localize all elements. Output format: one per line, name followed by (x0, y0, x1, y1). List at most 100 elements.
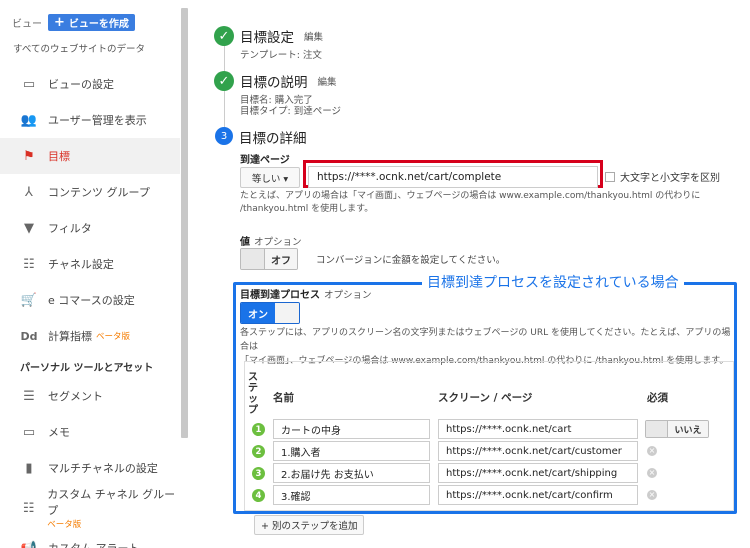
funnel-hint-line: 各ステップには、アプリのスクリーン名の文字列またはウェブページの URL を使用… (240, 328, 731, 352)
sidebar-item-label: チャネル設定 (48, 258, 114, 271)
sidebar-item-label: マルチチャネルの設定 (48, 462, 158, 475)
step-url-input[interactable]: https://****.ocnk.net/cart (438, 419, 638, 439)
beta-badge: ベータ版 (96, 332, 131, 342)
sidebar-item-label: ビューの設定 (48, 78, 114, 91)
plus-icon: + (54, 15, 65, 30)
remove-step-icon[interactable]: × (647, 490, 657, 500)
channel-icon: ☷ (23, 256, 35, 272)
goal-step-description: ✓ 目標の説明 編集 (214, 71, 337, 91)
view-label: ビュー (12, 19, 42, 30)
sidebar-section-title: パーソナル ツールとアセット (20, 362, 154, 374)
sidebar-item-calculated-metrics[interactable]: Dd 計算指標 ベータ版 (0, 318, 180, 354)
step-name-input[interactable]: カートの中身 (273, 419, 430, 439)
value-toggle[interactable]: オフ (240, 248, 298, 270)
step-name-input[interactable]: 1.購入者 (273, 441, 430, 461)
funnel-caption: 目標到達プロセスを設定されている場合 (422, 272, 684, 292)
sidebar-item-channel-settings[interactable]: ☷ チャネル設定 (0, 246, 180, 282)
column-header-required: 必須 (647, 392, 668, 404)
multichannel-icon: ▮ (25, 460, 33, 476)
step-url-input[interactable]: https://****.ocnk.net/cart/shipping (438, 463, 638, 483)
value-title: 値 (240, 237, 250, 248)
sidebar-item-label: セグメント (48, 390, 103, 403)
funnel-toggle[interactable]: オン (240, 302, 300, 324)
sidebar-item-user-management[interactable]: 👥 ユーザー管理を表示 (0, 102, 180, 138)
step-title: 目標の説明 (240, 75, 308, 91)
step-number-badge: 4 (252, 489, 265, 502)
column-header-step: ステップ (248, 372, 258, 416)
step-name-input[interactable]: 3.確認 (273, 485, 430, 505)
step-title: 目標の詳細 (239, 131, 307, 147)
step-number: 3 (215, 127, 233, 145)
add-step-button[interactable]: + 別のステップを追加 (254, 515, 365, 535)
remove-step-icon[interactable]: × (647, 468, 657, 478)
optional-label: オプション (254, 237, 302, 248)
funnel-label: 目標到達プロセス オプション (240, 286, 372, 301)
step-subtitle: 目標名: 購入完了 目標タイプ: 到達ページ (240, 95, 341, 117)
optional-label: オプション (324, 290, 372, 301)
match-type-select[interactable]: 等しい ▾ (240, 167, 300, 188)
step-number-badge: 1 (252, 423, 265, 436)
sidebar-item-custom-alerts[interactable]: 📢 カスタム アラート (0, 530, 180, 548)
sidebar-item-multichannel[interactable]: ▮ マルチチャネルの設定 (0, 450, 180, 486)
sidebar-nav: ▭ ビューの設定 👥 ユーザー管理を表示 ⚑ 目標 ⅄ コンテンツ グループ ▼… (0, 66, 180, 548)
calculated-metric-icon: Dd (20, 329, 38, 343)
check-icon: ✓ (214, 26, 234, 46)
case-sensitive-checkbox[interactable]: 大文字と小文字を区別 (605, 169, 720, 184)
filter-icon: ▼ (24, 220, 34, 236)
sidebar-item-label: e コマースの設定 (48, 294, 135, 307)
toggle-state: オフ (265, 249, 297, 269)
destination-hint: たとえば、アプリの場合は「マイ画面」、ウェブページの場合は www.exampl… (240, 191, 701, 214)
sidebar-item-label: 計算指標 (48, 330, 92, 343)
sidebar-item-ecommerce[interactable]: 🛒 e コマースの設定 (0, 282, 180, 318)
cart-icon: 🛒 (20, 292, 38, 308)
sidebar-item-label: カスタム チャネル グループ (47, 488, 176, 517)
checkbox-label: 大文字と小文字を区別 (620, 173, 720, 184)
sidebar-item-memo[interactable]: ▭ メモ (0, 414, 180, 450)
view-name: すべてのウェブサイトのデータ (13, 44, 145, 55)
goal-type: 目標タイプ: 到達ページ (240, 106, 342, 117)
remove-step-icon[interactable]: × (647, 446, 657, 456)
column-header-page: スクリーン / ページ (438, 392, 533, 404)
goal-name: 目標名: 購入完了 (240, 95, 313, 106)
toggle-knob (275, 303, 299, 323)
sidebar-item-label: コンテンツ グループ (48, 186, 150, 199)
goal-step-details: 3 目標の詳細 (214, 127, 307, 147)
toggle-knob (241, 249, 265, 269)
destination-url-input[interactable]: https://****.ocnk.net/cart/complete (308, 166, 598, 188)
edit-link[interactable]: 編集 (318, 74, 337, 88)
sidebar-item-content-groups[interactable]: ⅄ コンテンツ グループ (0, 174, 180, 210)
column-header-name: 名前 (273, 392, 294, 404)
content-group-icon: ⅄ (25, 184, 33, 200)
view-header: ビュー + ビューを作成 (12, 14, 135, 31)
sidebar-item-custom-channel[interactable]: ☷ カスタム チャネル グループ ベータ版 (0, 486, 180, 530)
edit-link[interactable]: 編集 (304, 29, 323, 43)
users-icon: 👥 (20, 112, 38, 128)
step-name-input[interactable]: 2.お届け先 お支払い (273, 463, 430, 483)
step-title: 目標設定 (240, 30, 294, 46)
toggle-state: いいえ (668, 421, 708, 437)
sidebar-item-segments[interactable]: ☰ セグメント (0, 378, 180, 414)
sidebar-item-view-settings[interactable]: ▭ ビューの設定 (0, 66, 180, 102)
sidebar-item-goals[interactable]: ⚑ 目標 (0, 138, 180, 174)
sidebar-item-label: 目標 (48, 150, 70, 163)
toggle-state: オン (241, 303, 275, 323)
view-settings-icon: ▭ (22, 76, 36, 92)
sidebar-item-filters[interactable]: ▼ フィルタ (0, 210, 180, 246)
alert-icon: 📢 (20, 540, 38, 548)
step-subtitle: テンプレート: 注文 (240, 50, 322, 61)
step-number-badge: 2 (252, 445, 265, 458)
sidebar-item-label: フィルタ (48, 222, 92, 235)
value-label: 値オプション (240, 233, 302, 248)
step-url-input[interactable]: https://****.ocnk.net/cart/confirm (438, 485, 638, 505)
create-view-button[interactable]: + ビューを作成 (48, 14, 135, 31)
required-toggle[interactable]: いいえ (645, 420, 709, 438)
sidebar: ビュー + ビューを作成 すべてのウェブサイトのデータ ▭ ビューの設定 👥 ユ… (0, 0, 190, 548)
destination-label: 到達ページ (240, 155, 290, 166)
value-description: コンバージョンに金額を設定してください。 (316, 255, 506, 266)
step-url-input[interactable]: https://****.ocnk.net/cart/customer (438, 441, 638, 461)
step-number-badge: 3 (252, 467, 265, 480)
goal-editor: ✓ 目標設定 編集 テンプレート: 注文 ✓ 目標の説明 編集 目標名: 購入完… (200, 0, 750, 548)
sidebar-scrollbar[interactable] (181, 8, 188, 438)
checkbox-box[interactable] (605, 171, 615, 182)
sidebar-item-label-wrap: カスタム チャネル グループ ベータ版 (47, 486, 180, 530)
